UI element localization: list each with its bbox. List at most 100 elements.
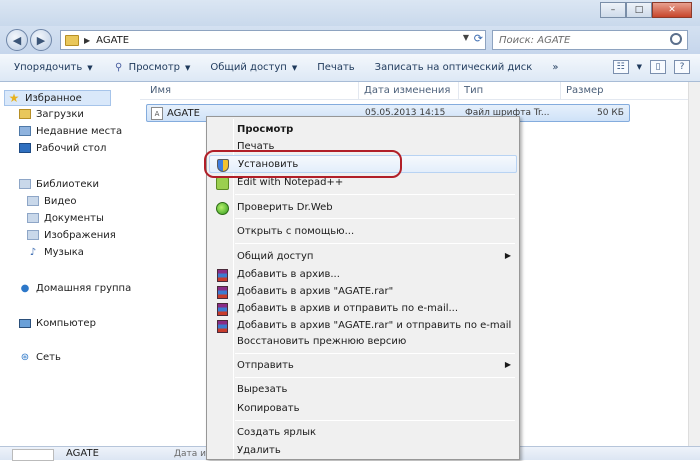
menu-separator	[235, 194, 515, 195]
submenu-arrow-icon: ▶	[504, 251, 511, 260]
menu-item-cut[interactable]: Вырезать	[209, 381, 517, 399]
chevron-down-icon: ▼	[185, 63, 191, 72]
drweb-icon	[215, 201, 229, 215]
minimize-button[interactable]: –	[600, 2, 626, 18]
preview-pane-icon[interactable]: ▯	[650, 60, 666, 74]
back-button[interactable]: ◀	[6, 29, 28, 51]
column-divider[interactable]	[358, 82, 359, 100]
highlight-annotation	[204, 150, 402, 178]
menu-label: Edit with Notepad++	[237, 177, 344, 188]
folder-icon	[65, 34, 79, 46]
menu-item-send-to[interactable]: Отправить ▶	[209, 357, 517, 375]
sidebar-label: Изображения	[44, 229, 116, 241]
print-label: Печать	[317, 62, 355, 73]
file-thumbnail	[12, 449, 54, 461]
chevron-down-icon: ▼	[87, 63, 93, 72]
more-label: »	[552, 62, 559, 73]
recent-places-icon	[18, 125, 32, 137]
winrar-icon	[215, 268, 229, 282]
column-header-name[interactable]: Имя	[150, 85, 171, 96]
address-row: ◀ ▶ ▶ AGATE ▼ ⟳ Поиск: AGATE	[0, 26, 700, 54]
menu-label: Проверить Dr.Web	[237, 202, 333, 213]
menu-item-share[interactable]: Общий доступ ▶	[209, 248, 517, 266]
sidebar-item-images[interactable]: Изображения	[26, 229, 116, 241]
menu-item-copy[interactable]: Копировать	[209, 400, 517, 418]
menu-separator	[235, 243, 515, 244]
sidebar-item-libraries[interactable]: Библиотеки	[18, 178, 99, 190]
sidebar-label: Рабочий стол	[36, 142, 107, 154]
menu-label: Отправить	[237, 360, 294, 371]
refresh-icon[interactable]: ⟳	[474, 32, 483, 45]
breadcrumb-agate[interactable]: AGATE	[96, 35, 129, 46]
burn-button[interactable]: Записать на оптический диск	[375, 62, 533, 73]
change-view-icon[interactable]: ☷	[612, 60, 629, 74]
music-icon: ♪	[29, 246, 37, 258]
menu-label: Добавить в архив и отправить по e-mail..…	[237, 303, 459, 314]
more-button[interactable]: »	[552, 62, 558, 73]
share-button[interactable]: Общий доступ ▼	[210, 62, 297, 73]
menu-separator	[235, 218, 515, 219]
menu-label: Копировать	[237, 403, 300, 414]
sidebar-item-network[interactable]: ⊛ Сеть	[18, 351, 61, 363]
organize-button[interactable]: Упорядочить ▼	[14, 62, 93, 73]
search-input[interactable]: Поиск: AGATE	[492, 30, 688, 50]
sidebar-label: Документы	[44, 212, 104, 224]
chevron-down-icon: ▼	[291, 63, 298, 72]
menu-item-add-rar[interactable]: Добавить в архив "AGATE.rar"	[209, 283, 517, 301]
menu-item-add-archive[interactable]: Добавить в архив...	[209, 266, 517, 284]
column-header-type[interactable]: Тип	[464, 85, 483, 96]
view-dropdown-icon[interactable]: ▼	[637, 63, 642, 71]
menu-item-restore[interactable]: Восстановить прежнюю версию	[209, 333, 517, 351]
menu-separator	[235, 420, 515, 421]
sidebar-label: Библиотеки	[36, 178, 100, 190]
search-placeholder: Поиск: AGATE	[499, 34, 571, 46]
sidebar-item-recent[interactable]: Недавние места	[18, 125, 122, 137]
breadcrumb-arrow-icon[interactable]: ▶	[84, 36, 90, 45]
column-divider[interactable]	[560, 82, 561, 100]
menu-item-shortcut[interactable]: Создать ярлык	[209, 424, 517, 442]
sidebar-item-desktop[interactable]: Рабочий стол	[18, 142, 106, 154]
search-icon[interactable]	[670, 33, 682, 45]
maximize-button[interactable]: □	[626, 2, 652, 18]
menu-item-open-with[interactable]: Открыть с помощью...	[209, 223, 517, 241]
submenu-arrow-icon: ▶	[504, 360, 511, 369]
menu-item-drweb[interactable]: Проверить Dr.Web	[209, 199, 517, 217]
menu-separator	[235, 377, 515, 378]
address-bar[interactable]: ▶ AGATE ▼ ⟳	[60, 30, 486, 50]
column-header-date[interactable]: Дата изменения	[364, 85, 450, 96]
sidebar-item-documents[interactable]: Документы	[26, 212, 104, 224]
back-arrow-icon: ◀	[12, 33, 22, 47]
vertical-scrollbar[interactable]	[688, 82, 700, 460]
menu-item-delete[interactable]: Удалить	[209, 442, 517, 460]
window-controls: – □ ✕	[600, 2, 692, 18]
menu-item-preview[interactable]: Просмотр	[209, 121, 517, 139]
menu-label: Восстановить прежнюю версию	[237, 336, 407, 347]
sidebar-item-favorites[interactable]: ★ Избранное	[4, 90, 111, 106]
font-file-icon: A	[151, 107, 163, 120]
menu-item-add-email[interactable]: Добавить в архив и отправить по e-mail..…	[209, 300, 517, 318]
details-file-name: AGATE	[66, 448, 99, 459]
title-bar: – □ ✕	[0, 0, 700, 26]
column-divider[interactable]	[458, 82, 459, 100]
sidebar-item-computer[interactable]: Компьютер	[18, 317, 96, 329]
column-header-row: Имя Дата изменения Тип Размер	[140, 82, 700, 100]
winrar-icon	[215, 285, 229, 299]
print-button[interactable]: Печать	[317, 62, 354, 73]
sidebar-item-homegroup[interactable]: ● Домашняя группа	[18, 282, 132, 294]
menu-label: Вырезать	[237, 384, 288, 395]
sidebar-item-downloads[interactable]: Загрузки	[18, 108, 84, 120]
sidebar-label: Домашняя группа	[36, 282, 132, 294]
organize-label: Упорядочить	[14, 62, 83, 73]
preview-button[interactable]: ⚲ Просмотр ▼	[113, 62, 191, 74]
sidebar-label: Видео	[44, 195, 77, 207]
address-dropdown-icon[interactable]: ▼	[463, 33, 469, 42]
sidebar-item-video[interactable]: Видео	[26, 195, 77, 207]
menu-label: Добавить в архив "AGATE.rar"	[237, 286, 394, 297]
homegroup-icon: ●	[20, 282, 30, 294]
help-icon[interactable]: ?	[674, 60, 690, 74]
sidebar-item-music[interactable]: ♪ Музыка	[26, 246, 84, 258]
column-header-size[interactable]: Размер	[566, 85, 604, 96]
close-button[interactable]: ✕	[652, 2, 692, 18]
forward-button[interactable]: ▶	[30, 29, 52, 51]
network-icon: ⊛	[20, 351, 30, 363]
